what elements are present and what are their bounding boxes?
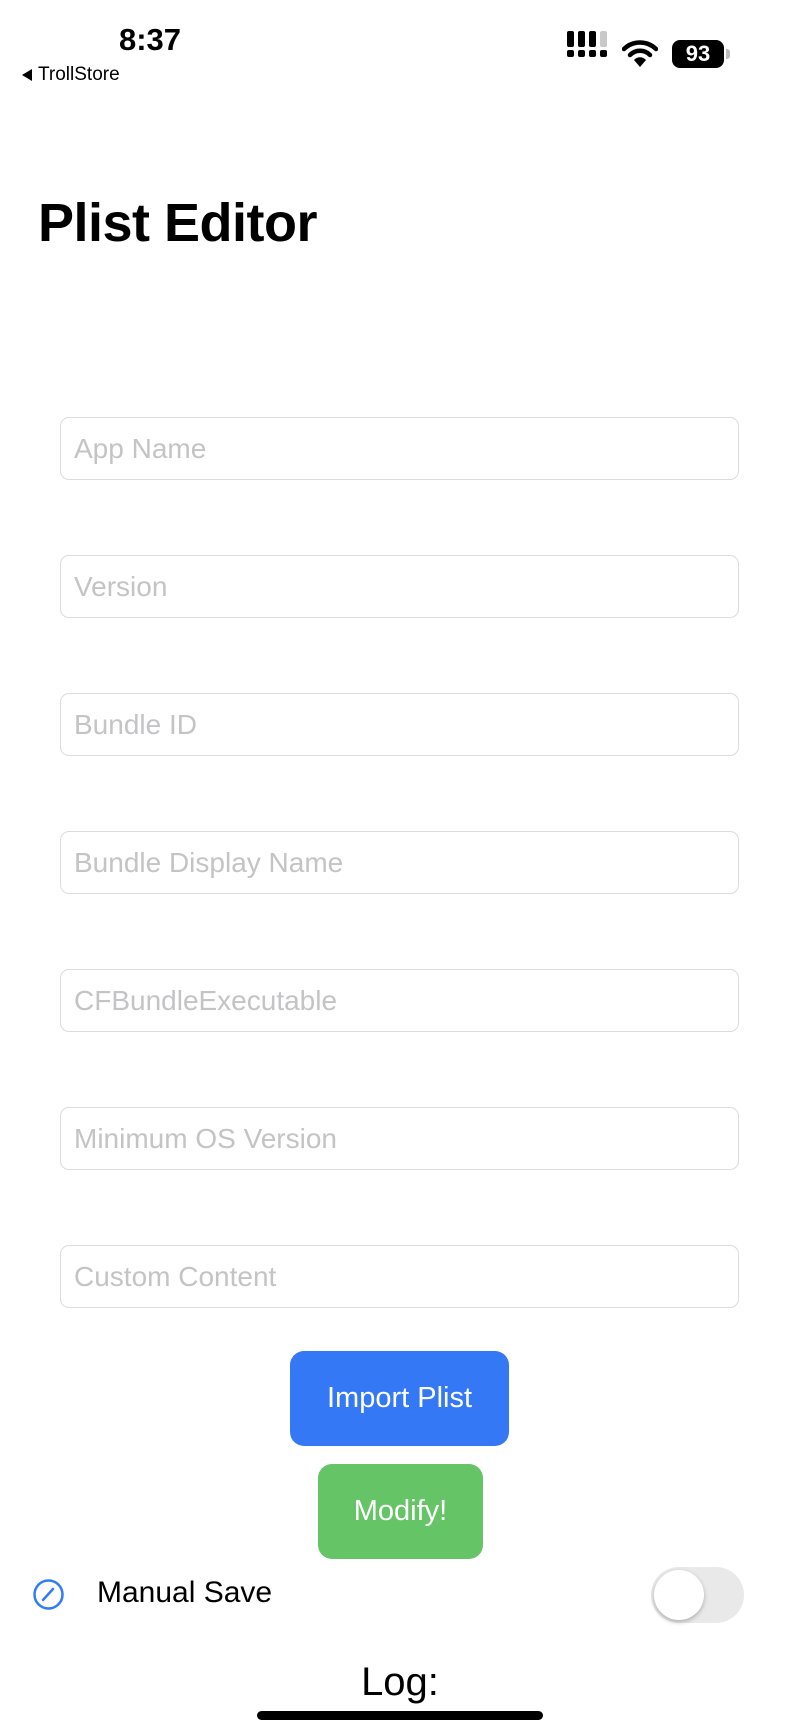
version-input[interactable]: [60, 555, 739, 618]
back-to-app-button[interactable]: TrollStore: [22, 64, 120, 86]
bundle-display-name-input[interactable]: [60, 831, 739, 894]
back-app-label: TrollStore: [38, 64, 120, 85]
wifi-icon: [622, 40, 658, 67]
home-indicator[interactable]: [257, 1711, 543, 1720]
custom-content-input[interactable]: [60, 1245, 739, 1308]
pencil-circle-icon: [33, 1579, 64, 1610]
bundle-id-input[interactable]: [60, 693, 739, 756]
cellular-signal-icon: [567, 31, 608, 57]
manual-save-label: Manual Save: [97, 1576, 273, 1609]
status-time: 8:37: [118, 22, 182, 57]
battery-icon: 93: [672, 40, 724, 68]
cfbundleexecutable-input[interactable]: [60, 969, 739, 1032]
toggle-knob: [654, 1570, 704, 1620]
manual-save-toggle[interactable]: [651, 1567, 744, 1623]
minimum-os-version-input[interactable]: [60, 1107, 739, 1170]
log-heading: Log:: [361, 1660, 439, 1704]
back-arrow-icon: [22, 69, 32, 81]
battery-cap: [726, 49, 730, 59]
modify-button[interactable]: Modify!: [318, 1464, 483, 1559]
page-title: Plist Editor: [38, 193, 318, 253]
app-name-input[interactable]: [60, 417, 739, 480]
import-plist-button[interactable]: Import Plist: [290, 1351, 509, 1446]
